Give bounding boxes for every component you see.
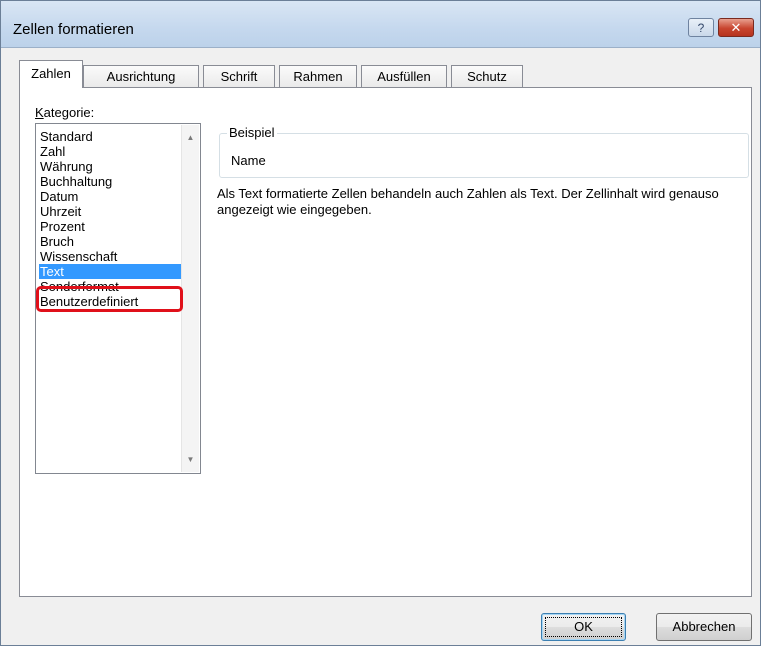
- list-item-uhrzeit[interactable]: Uhrzeit: [39, 204, 183, 219]
- format-cells-dialog: Zellen formatieren ? ✕ Zahlen Ausrichtun…: [0, 0, 761, 646]
- tab-schrift[interactable]: Schrift: [203, 65, 275, 88]
- list-item-zahl[interactable]: Zahl: [39, 144, 183, 159]
- list-item-wissenschaft[interactable]: Wissenschaft: [39, 249, 183, 264]
- category-label-text: ategorie:: [43, 105, 95, 120]
- sample-legend: Beispiel: [227, 125, 277, 140]
- tab-ausfuellen[interactable]: Ausfüllen: [361, 65, 447, 88]
- scroll-down-arrow-icon[interactable]: ▼: [182, 451, 199, 468]
- category-label: Kategorie:: [35, 105, 94, 120]
- cancel-button[interactable]: Abbrechen: [656, 613, 752, 641]
- title-bar[interactable]: Zellen formatieren ? ✕: [1, 1, 760, 48]
- list-item-standard[interactable]: Standard: [39, 129, 183, 144]
- category-label-accelerator: K: [35, 105, 44, 120]
- help-button[interactable]: ?: [688, 18, 714, 37]
- tab-zahlen[interactable]: Zahlen: [19, 60, 83, 88]
- selection-annotation-box: [36, 286, 183, 312]
- sample-group: Beispiel Name: [219, 125, 749, 178]
- format-description: Als Text formatierte Zellen behandeln au…: [217, 186, 719, 217]
- tab-rahmen[interactable]: Rahmen: [279, 65, 357, 88]
- close-button[interactable]: ✕: [718, 18, 754, 37]
- ok-button-focus-rect: [545, 617, 622, 637]
- scroll-up-arrow-icon[interactable]: ▲: [182, 129, 199, 146]
- sample-value: Name: [231, 153, 266, 168]
- ok-button[interactable]: OK: [541, 613, 626, 641]
- number-tab-panel: Kategorie: Standard Zahl Währung Buchhal…: [19, 87, 752, 597]
- window-title: Zellen formatieren: [13, 21, 134, 38]
- tab-schutz[interactable]: Schutz: [451, 65, 523, 88]
- listbox-scrollbar[interactable]: ▲ ▼: [181, 125, 199, 472]
- list-item-bruch[interactable]: Bruch: [39, 234, 183, 249]
- tab-ausrichtung[interactable]: Ausrichtung: [83, 65, 199, 88]
- list-item-text[interactable]: Text: [39, 264, 183, 279]
- list-item-prozent[interactable]: Prozent: [39, 219, 183, 234]
- list-item-datum[interactable]: Datum: [39, 189, 183, 204]
- list-item-buchhaltung[interactable]: Buchhaltung: [39, 174, 183, 189]
- list-item-waehrung[interactable]: Währung: [39, 159, 183, 174]
